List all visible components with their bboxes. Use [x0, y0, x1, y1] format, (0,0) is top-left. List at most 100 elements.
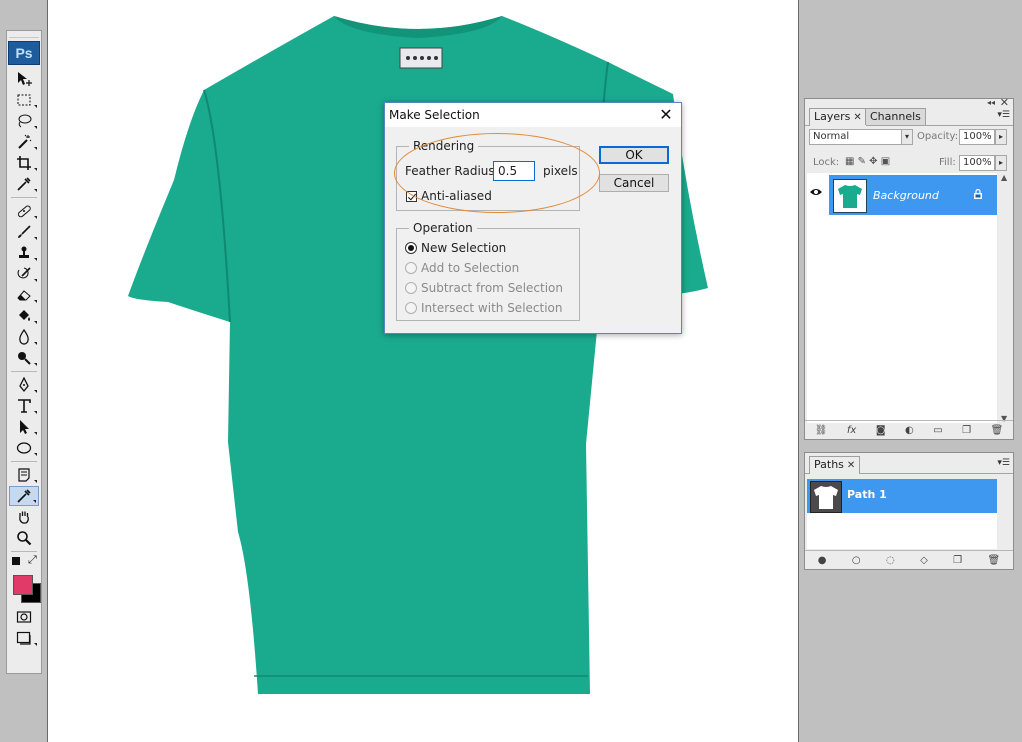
stroke-path-icon[interactable]: ○ [852, 555, 861, 566]
lasso-tool[interactable] [9, 111, 39, 131]
path-selection-tool[interactable] [9, 417, 39, 437]
notes-tool[interactable] [9, 465, 39, 485]
eyedropper-tool[interactable] [9, 174, 39, 194]
history-brush-icon [17, 267, 31, 279]
close-icon[interactable]: ✕ [655, 105, 677, 125]
intersect-with-selection-label[interactable]: Intersect with Selection [421, 301, 563, 315]
new-group-icon[interactable]: ▭ [933, 425, 942, 436]
dodge-tool[interactable] [9, 348, 39, 368]
chevron-down-icon[interactable]: ▾ [901, 129, 913, 145]
default-colors-icon[interactable] [12, 557, 20, 565]
layer-thumbnail [833, 179, 867, 213]
ok-button[interactable]: OK [599, 146, 669, 164]
anti-aliased-checkbox[interactable] [406, 191, 417, 202]
history-brush-tool[interactable] [9, 264, 39, 284]
load-selection-icon[interactable]: ◌ [886, 555, 895, 566]
healing-brush-tool[interactable] [9, 201, 39, 221]
paths-bottom-toolbar: ● ○ ◌ ◇ ❐ 🗑 [805, 550, 1013, 569]
panel-menu-icon[interactable]: ▾☰ [997, 110, 1010, 120]
blur-tool[interactable] [9, 327, 39, 347]
hand-tool[interactable] [9, 507, 39, 527]
panel-menu-icon[interactable]: ▾☰ [997, 458, 1010, 468]
paths-list[interactable]: Path 1 [807, 479, 997, 549]
dialog-titlebar[interactable]: Make Selection ✕ [385, 103, 681, 127]
panel-header: ◂◂ ✕ [805, 96, 1013, 109]
swap-colors-icon[interactable]: ⤢ [28, 553, 37, 567]
scroll-up-icon[interactable]: ▲ [1001, 173, 1007, 182]
add-to-selection-label[interactable]: Add to Selection [421, 261, 519, 275]
opacity-arrow-icon[interactable]: ▸ [995, 129, 1007, 145]
marquee-icon [17, 94, 31, 106]
paths-panel: Paths ✕ ▾☰ Path 1 ● ○ ◌ ◇ ❐ 🗑 [804, 452, 1014, 570]
fill-input[interactable]: 100% [959, 155, 995, 171]
paint-bucket-tool[interactable] [9, 306, 39, 326]
subtract-from-selection-radio[interactable] [405, 282, 417, 294]
blend-mode-select[interactable]: Normal [809, 129, 905, 145]
marquee-tool[interactable] [9, 90, 39, 110]
ellipse-tool[interactable] [9, 438, 39, 458]
link-layers-icon[interactable]: ⛓ [815, 425, 828, 436]
drop-icon [19, 329, 29, 345]
fill-path-icon[interactable]: ● [818, 555, 827, 566]
path-row[interactable]: Path 1 [807, 479, 997, 513]
layers-list[interactable]: Background [807, 173, 997, 423]
foreground-color-swatch[interactable] [13, 575, 33, 595]
adjustment-layer-icon[interactable]: ◐ [905, 425, 914, 436]
layers-bottom-toolbar: ⛓ fx ◙ ◐ ▭ ❐ 🗑 [805, 420, 1013, 439]
zoom-tool[interactable] [9, 528, 39, 548]
new-selection-radio[interactable] [405, 242, 417, 254]
quick-mask-tool[interactable] [9, 607, 39, 627]
fill-arrow-icon[interactable]: ▸ [995, 155, 1007, 171]
new-path-icon[interactable]: ❐ [953, 555, 962, 566]
move-tool[interactable] [9, 69, 39, 89]
bucket-icon [19, 310, 30, 321]
eyedropper-tool-2[interactable] [9, 486, 39, 506]
layer-row[interactable]: Background [807, 175, 997, 215]
intersect-with-selection-radio[interactable] [405, 302, 417, 314]
tab-paths[interactable]: Paths ✕ [809, 456, 861, 474]
tab-layers-label: Layers [814, 110, 851, 123]
color-swatches [9, 573, 41, 603]
path-name[interactable]: Path 1 [847, 488, 887, 501]
feather-radius-input[interactable]: 0.5 [493, 161, 535, 181]
new-selection-label[interactable]: New Selection [421, 241, 506, 255]
clone-stamp-tool[interactable] [9, 243, 39, 263]
lock-label: Lock: [813, 157, 840, 168]
anti-aliased-label[interactable]: Anti-aliased [421, 189, 492, 203]
brush-tool[interactable] [9, 222, 39, 242]
tab-channels[interactable]: Channels [865, 108, 926, 125]
toolbox-grip[interactable] [9, 31, 39, 38]
close-icon[interactable]: ✕ [847, 460, 855, 471]
quick-mask-icon [16, 611, 32, 623]
layer-mask-icon[interactable]: ◙ [876, 425, 886, 436]
ellipse-icon [16, 442, 32, 454]
fill-label: Fill: [939, 157, 956, 168]
photoshop-logo[interactable]: Ps [8, 41, 40, 65]
new-layer-icon[interactable]: ❐ [962, 425, 971, 436]
layer-name[interactable]: Background [873, 189, 939, 202]
lock-icons[interactable]: ▦ ✎ ✥ ▣ [845, 156, 890, 167]
pen-icon [19, 377, 29, 393]
screen-mode-tool[interactable] [9, 628, 39, 648]
add-to-selection-radio[interactable] [405, 262, 417, 274]
fx-icon[interactable]: fx [847, 425, 856, 436]
make-work-path-icon[interactable]: ◇ [920, 555, 928, 566]
crop-tool[interactable] [9, 153, 39, 173]
collapse-icon[interactable]: ◂◂ [987, 98, 995, 107]
operation-legend: Operation [413, 221, 473, 235]
magic-wand-tool[interactable] [9, 132, 39, 152]
eyedropper-icon [17, 177, 31, 191]
opacity-input[interactable]: 100% [959, 129, 995, 145]
cancel-button[interactable]: Cancel [599, 174, 669, 192]
type-tool[interactable] [9, 396, 39, 416]
eraser-tool[interactable] [9, 285, 39, 305]
trash-icon[interactable]: 🗑 [991, 425, 1004, 436]
close-icon[interactable]: ✕ [853, 112, 861, 123]
eye-icon[interactable] [809, 185, 823, 199]
subtract-from-selection-label[interactable]: Subtract from Selection [421, 281, 563, 295]
arrow-icon [20, 420, 29, 434]
tab-layers[interactable]: Layers ✕ [809, 108, 867, 126]
pen-tool[interactable] [9, 375, 39, 395]
layers-scrollbar[interactable]: ▲ ▼ [999, 173, 1011, 423]
trash-icon[interactable]: 🗑 [988, 555, 1001, 566]
